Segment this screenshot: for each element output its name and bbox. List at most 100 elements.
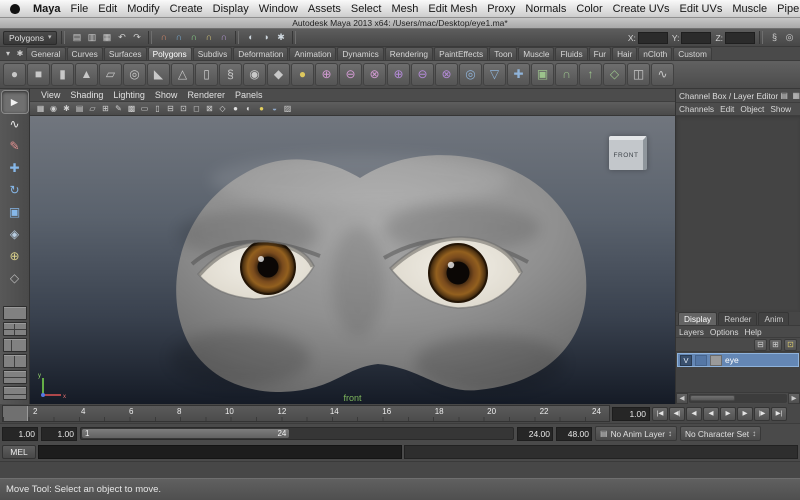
safe-action-icon[interactable]: ◻: [190, 103, 203, 115]
bridge-icon[interactable]: ∩: [555, 63, 578, 86]
snap-to-grid-icon[interactable]: ∩: [156, 30, 171, 45]
shelf-tab-toon[interactable]: Toon: [489, 47, 517, 60]
character-set-dropdown[interactable]: No Character Set ↕: [680, 426, 761, 441]
poly-cone-icon[interactable]: ▲: [75, 63, 98, 86]
menu-muscle[interactable]: Muscle: [727, 0, 772, 18]
shelf-tab-muscle[interactable]: Muscle: [518, 47, 554, 60]
layer-row-eye[interactable]: V eye: [677, 353, 799, 367]
extract-icon[interactable]: ⊗: [363, 63, 386, 86]
shelf-tab-general[interactable]: General: [26, 47, 66, 60]
move-selected-to-layer-icon[interactable]: ⊟: [754, 339, 767, 351]
new-empty-layer-icon[interactable]: ⊞: [769, 339, 782, 351]
snap-to-curve-icon[interactable]: ∩: [171, 30, 186, 45]
render-current-frame-icon[interactable]: ◐: [243, 30, 258, 45]
y-coordinate-input[interactable]: [681, 32, 711, 44]
textured-icon[interactable]: ◐: [242, 103, 255, 115]
playback-end-input[interactable]: [517, 427, 553, 441]
shelf-tab-painteffects[interactable]: PaintEffects: [434, 47, 488, 60]
command-response-field[interactable]: [404, 445, 798, 459]
shelf-tab-deformation[interactable]: Deformation: [233, 47, 288, 60]
safe-title-icon[interactable]: ⊠: [203, 103, 216, 115]
z-coordinate-input[interactable]: [725, 32, 755, 44]
menu-assets[interactable]: Assets: [303, 0, 346, 18]
show-manipulator-button[interactable]: ⊕: [2, 245, 28, 267]
menu-pipeline[interactable]: Pipeline: [772, 0, 800, 18]
poly-soccer-ball-icon[interactable]: ◉: [243, 63, 266, 86]
film-gate-icon[interactable]: ▭: [138, 103, 151, 115]
scrollbar-thumb[interactable]: [690, 395, 735, 401]
status-separator[interactable]: [148, 31, 152, 44]
menu-display[interactable]: Display: [208, 0, 254, 18]
channel-box-content[interactable]: [676, 116, 800, 312]
append-polygon-icon[interactable]: ▣: [531, 63, 554, 86]
poly-cylinder-icon[interactable]: ▮: [51, 63, 74, 86]
poly-torus-icon[interactable]: ◎: [123, 63, 146, 86]
separate-icon[interactable]: ⊖: [339, 63, 362, 86]
status-separator[interactable]: [235, 31, 239, 44]
layer-playback-toggle[interactable]: [695, 355, 707, 366]
smooth-icon[interactable]: ◎: [459, 63, 482, 86]
camera-attributes-icon[interactable]: ✱: [60, 103, 73, 115]
boolean-union-icon[interactable]: ⊕: [387, 63, 410, 86]
poly-pipe-icon[interactable]: ▯: [195, 63, 218, 86]
status-separator[interactable]: [61, 31, 65, 44]
poly-pyramid-icon[interactable]: △: [171, 63, 194, 86]
quad-draw-icon[interactable]: ✚: [507, 63, 530, 86]
menu-select[interactable]: Select: [346, 0, 387, 18]
go-to-end-button[interactable]: ▶|: [771, 407, 787, 421]
shelf-tab-polygons[interactable]: Polygons: [148, 47, 192, 60]
anim-layer-dropdown[interactable]: ▤ No Anim Layer ↕: [595, 426, 677, 441]
bookmarks-icon[interactable]: ▤: [73, 103, 86, 115]
viewport-menu-renderer[interactable]: Renderer: [182, 90, 230, 100]
shelf-edit-icon[interactable]: ✱: [14, 48, 26, 60]
layout-persp-graph-button[interactable]: [3, 386, 27, 400]
channel-box-toggle-icon[interactable]: ▤: [778, 91, 790, 100]
poly-helix-icon[interactable]: §: [219, 63, 242, 86]
animation-start-input[interactable]: [41, 427, 77, 441]
layer-tab-display[interactable]: Display: [678, 312, 717, 325]
scale-tool-button[interactable]: ▣: [2, 201, 28, 223]
grid-icon[interactable]: ▩: [125, 103, 138, 115]
shelf-tab-custom[interactable]: Custom: [673, 47, 712, 60]
two-d-pan-zoom-icon[interactable]: ⊞: [99, 103, 112, 115]
new-scene-icon[interactable]: ▤: [69, 30, 84, 45]
channel-box-menu-object[interactable]: Object: [737, 104, 767, 114]
snap-to-point-icon[interactable]: ∩: [186, 30, 201, 45]
make-live-icon[interactable]: ∩: [216, 30, 231, 45]
ipr-render-icon[interactable]: ◑: [258, 30, 273, 45]
go-to-start-button[interactable]: |◀: [652, 407, 668, 421]
undo-icon[interactable]: ↶: [114, 30, 129, 45]
layer-menu-help[interactable]: Help: [742, 327, 765, 337]
save-scene-icon[interactable]: ▦: [99, 30, 114, 45]
channel-box-menu-edit[interactable]: Edit: [717, 104, 737, 114]
status-separator[interactable]: [759, 31, 763, 44]
menu-color[interactable]: Color: [571, 0, 607, 18]
bevel-icon[interactable]: ◇: [603, 63, 626, 86]
menu-proxy[interactable]: Proxy: [482, 0, 520, 18]
shadows-icon[interactable]: ◒: [268, 103, 281, 115]
open-scene-icon[interactable]: ▥: [84, 30, 99, 45]
quick-selection-icon[interactable]: ◎: [782, 30, 797, 45]
shelf-tab-subdivs[interactable]: Subdivs: [193, 47, 233, 60]
mel-command-input[interactable]: [38, 445, 402, 459]
poly-plane-icon[interactable]: ▱: [99, 63, 122, 86]
viewport-menu-view[interactable]: View: [36, 90, 65, 100]
grease-pencil-icon[interactable]: ✎: [112, 103, 125, 115]
reduce-icon[interactable]: ▽: [483, 63, 506, 86]
layer-menu-layers[interactable]: Layers: [676, 327, 707, 337]
lasso-select-tool-button[interactable]: ∿: [2, 113, 28, 135]
boolean-difference-icon[interactable]: ⊖: [411, 63, 434, 86]
layout-two-panes-side-button[interactable]: [3, 354, 27, 368]
layer-color-swatch[interactable]: [710, 355, 722, 366]
viewport-menu-show[interactable]: Show: [150, 90, 183, 100]
scroll-left-icon[interactable]: ◀: [676, 393, 688, 404]
layer-tab-anim[interactable]: Anim: [758, 312, 789, 325]
layer-menu-options[interactable]: Options: [707, 327, 742, 337]
universal-manipulator-button[interactable]: ◈: [2, 223, 28, 245]
mirror-geometry-icon[interactable]: ◫: [627, 63, 650, 86]
menu-file[interactable]: File: [66, 0, 94, 18]
viewport-canvas[interactable]: FRONT y x front: [30, 116, 675, 404]
viewport-menu-panels[interactable]: Panels: [230, 90, 268, 100]
range-slider-track[interactable]: 1 24: [80, 427, 514, 440]
smooth-shade-icon[interactable]: ●: [229, 103, 242, 115]
